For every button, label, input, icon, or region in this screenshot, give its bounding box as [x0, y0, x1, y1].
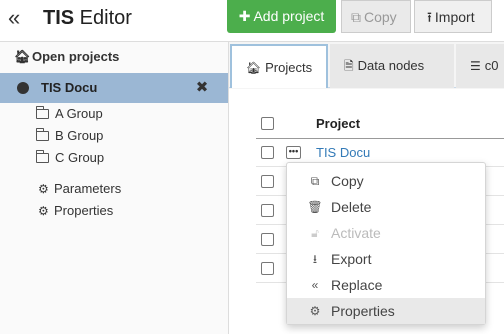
folder-icon: [36, 128, 49, 141]
gears-icon: ⚙: [38, 204, 49, 218]
folder-icon: [36, 106, 49, 119]
menu-item-label: Activate: [331, 225, 381, 241]
open-projects-label: Open projects: [32, 49, 120, 64]
app-title-bold: TIS: [43, 7, 75, 29]
top-bar: « TIS Editor ✚ Add project ⧉ Copy ⭱ Import: [0, 0, 504, 42]
project-context-menu: ⧉ Copy 🗑︎ Delete 🔓︎ Activate ⭳ Export « Repla…: [286, 162, 486, 325]
sidebar-properties[interactable]: ⚙ Properties: [38, 201, 113, 221]
gears-icon: ⚙: [309, 304, 321, 318]
group-label: A Group: [55, 106, 103, 121]
import-button[interactable]: ⭱ Import: [414, 0, 492, 33]
copy-label: Copy: [364, 9, 397, 25]
copy-icon: ⧉: [310, 174, 320, 188]
upload-icon: ⭱: [427, 9, 432, 25]
column-header-project: Project: [316, 116, 361, 131]
import-label: Import: [434, 9, 475, 25]
row-checkbox[interactable]: [261, 175, 274, 188]
trash-icon: 🗑︎: [307, 200, 323, 214]
home-icon: 🏠︎: [245, 61, 262, 75]
project-link[interactable]: TIS Docu: [316, 145, 370, 160]
sidebar: 🏠︎Open projects TIS Docu ✖ A Group B Gro…: [0, 42, 229, 334]
row-checkbox[interactable]: [261, 204, 274, 217]
properties-label: Properties: [54, 203, 114, 218]
sidebar-parameters[interactable]: ⚙ Parameters: [38, 179, 121, 199]
add-project-label: Add project: [253, 8, 325, 24]
download-icon: ⭳: [312, 252, 318, 266]
context-menu-properties[interactable]: ⚙ Properties: [287, 298, 485, 324]
gear-icon: ⚙: [38, 182, 49, 196]
menu-item-label: Export: [331, 251, 372, 267]
add-project-button[interactable]: ✚ Add project: [227, 0, 336, 33]
home-icon: 🏠︎: [14, 49, 31, 64]
row-checkbox[interactable]: [261, 146, 274, 159]
tab-projects[interactable]: 🏠︎ Projects: [230, 44, 328, 88]
tab-label: c0: [484, 58, 499, 73]
copy-icon: ⧉: [351, 9, 361, 25]
group-label: C Group: [55, 150, 105, 165]
row-menu-ellipsis-icon[interactable]: •••: [286, 146, 301, 159]
context-menu-activate: 🔓︎ Activate: [287, 220, 485, 246]
tab-bar: 🏠︎ Projects 🗎 Data nodes ☰ c0: [229, 42, 504, 88]
document-icon: 🗎: [344, 59, 354, 73]
double-left-icon: «: [311, 278, 319, 292]
sidebar-project-tis-docu[interactable]: TIS Docu ✖: [0, 73, 228, 103]
context-menu-copy[interactable]: ⧉ Copy: [287, 168, 485, 194]
row-checkbox[interactable]: [261, 233, 274, 246]
tab-c0[interactable]: ☰ c0: [456, 44, 504, 88]
folder-icon: [36, 150, 49, 163]
app-title: TIS Editor: [43, 4, 132, 32]
menu-item-label: Replace: [331, 277, 383, 293]
tab-data-nodes[interactable]: 🗎 Data nodes: [330, 44, 454, 88]
sidebar-group-a[interactable]: A Group: [36, 104, 103, 124]
active-project-dot-icon: [17, 82, 29, 94]
tab-label: Projects: [265, 60, 313, 75]
sidebar-group-b[interactable]: B Group: [36, 126, 103, 146]
app-title-rest: Editor: [74, 7, 132, 29]
copy-button[interactable]: ⧉ Copy: [341, 0, 411, 33]
parameters-label: Parameters: [54, 181, 122, 196]
collapse-sidebar-button[interactable]: «: [8, 3, 30, 33]
row-checkbox[interactable]: [261, 262, 274, 275]
group-label: B Group: [55, 128, 104, 143]
context-menu-delete[interactable]: 🗑︎ Delete: [287, 194, 485, 220]
list-icon: ☰: [470, 59, 481, 73]
menu-item-label: Delete: [331, 199, 372, 215]
context-menu-export[interactable]: ⭳ Export: [287, 246, 485, 272]
open-projects-heading: 🏠︎Open projects: [0, 42, 228, 72]
context-menu-replace[interactable]: « Replace: [287, 272, 485, 298]
menu-item-label: Properties: [331, 303, 395, 319]
close-project-icon[interactable]: ✖: [193, 73, 211, 103]
tab-label: Data nodes: [357, 58, 425, 73]
unlock-icon: 🔓︎: [311, 226, 319, 240]
menu-item-label: Copy: [331, 173, 364, 189]
plus-icon: ✚: [238, 8, 251, 24]
sidebar-group-c[interactable]: C Group: [36, 148, 104, 168]
select-all-checkbox[interactable]: [261, 117, 274, 130]
sidebar-project-name: TIS Docu: [41, 80, 98, 95]
